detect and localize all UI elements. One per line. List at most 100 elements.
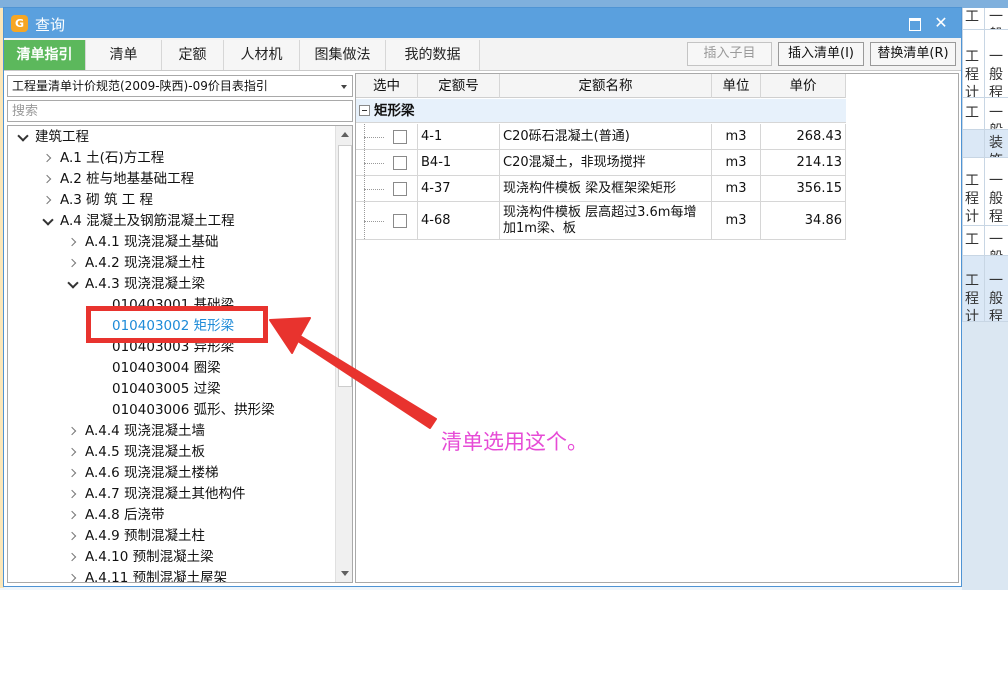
tree-item[interactable]: 010403005 过梁 [8,379,334,400]
tree-line [364,162,384,164]
tab-list-guide[interactable]: 清单指引 [4,40,86,70]
insert-child-button[interactable]: 插入子目 [687,42,772,66]
chevron-right-icon[interactable] [66,421,80,442]
group-row[interactable]: 矩形梁 [356,99,846,123]
unit-cell-text: m3 [725,128,747,144]
quota-name-cell: C20砾石混凝土(普通) [500,124,712,149]
background-row: 工一般 [963,8,1008,30]
column-header-unit[interactable]: 单位 [712,74,761,98]
chevron-right-icon[interactable] [41,169,55,190]
tree-item[interactable]: A.4.11 预制混凝土屋架 [8,568,334,583]
price-cell-text: 268.43 [796,128,843,144]
spec-select[interactable]: 工程量清单计价规范(2009-陕西)-09价目表指引 [7,75,353,97]
tree-scrollbar[interactable] [335,126,352,582]
tree-item[interactable]: A.4.9 预制混凝土柱 [8,526,334,547]
quota-name-cell-text: C20混凝土，非现场搅拌 [503,154,646,170]
chevron-down-icon[interactable] [341,85,347,89]
column-header-quota-name[interactable]: 定额名称 [500,74,712,98]
background-panel [962,322,1008,590]
tree-item[interactable]: A.4.7 现浇混凝土其他构件 [8,484,334,505]
tree-item[interactable]: A.4.1 现浇混凝土基础 [8,232,334,253]
column-header-quota-code[interactable]: 定额号 [418,74,500,98]
table-row[interactable]: 4-68 现浇构件模板 层高超过3.6m每增加1m梁、板 m3 34.86 [356,202,846,240]
close-icon[interactable]: ✕ [932,14,950,32]
app-logo-icon: G [11,15,28,32]
row-checkbox[interactable] [393,213,407,228]
replace-list-button[interactable]: 替换清单(R) [870,42,956,66]
chevron-right-icon[interactable] [66,547,80,568]
price-cell-text: 34.86 [804,212,842,228]
tab-atlas-method[interactable]: 图集做法 [300,40,386,70]
tree-item-label: A.4.6 现浇混凝土楼梯 [85,465,219,481]
tab-labor-material-machine[interactable]: 人材机 [224,40,300,70]
tree-item[interactable]: A.4.2 现浇混凝土柱 [8,253,334,274]
search-input[interactable] [7,100,353,122]
chevron-right-icon[interactable] [66,232,80,253]
tab-quota[interactable]: 定额 [162,40,224,70]
quota-name-cell: 现浇构件模板 梁及框架梁矩形 [500,176,712,201]
tree-item[interactable]: A.1 土(石)方工程 [8,148,334,169]
tree-item[interactable]: A.4.6 现浇混凝土楼梯 [8,463,334,484]
grid-header: 选中 定额号 定额名称 单位 单价 [356,74,846,98]
tab-list[interactable]: 清单 [86,40,162,70]
tree-item-label: 建筑工程 [35,129,89,145]
dialog-titlebar[interactable]: G 查询 ✕ [4,8,961,38]
chevron-right-icon[interactable] [41,190,55,211]
chevron-down-icon[interactable] [41,211,55,232]
tree-item[interactable]: A.2 桩与地基基础工程 [8,169,334,190]
table-row[interactable]: 4-37 现浇构件模板 梁及框架梁矩形 m3 356.15 [356,176,846,202]
group-label: 矩形梁 [374,103,415,119]
price-cell-text: 214.13 [796,154,843,170]
scroll-down-icon[interactable] [336,565,352,582]
insert-list-button[interactable]: 插入清单(I) [778,42,864,66]
row-checkbox[interactable] [393,129,407,144]
select-cell [356,124,418,149]
tree-item[interactable]: A.4 混凝土及钢筋混凝土工程 [8,211,334,232]
table-row[interactable]: 4-1 C20砾石混凝土(普通) m3 268.43 [356,124,846,150]
row-checkbox[interactable] [393,181,407,196]
tree-item[interactable]: A.3 砌 筑 工 程 [8,190,334,211]
tab-my-data[interactable]: 我的数据 [386,40,480,70]
quota-grid-panel: 选中 定额号 定额名称 单位 单价 矩形梁 4-1 C20砾石混凝土(普通) m3 2… [355,73,959,583]
tree-item[interactable]: A.4.10 预制混凝土梁 [8,547,334,568]
tree-item-label: A.1 土(石)方工程 [60,150,165,166]
background-row: 装饰 [963,130,1008,158]
chevron-right-icon[interactable] [66,568,80,582]
chevron-right-icon[interactable] [66,526,80,547]
chevron-right-icon[interactable] [66,253,80,274]
tree-item[interactable]: A.4.3 现浇混凝土梁 [8,274,334,295]
tree-item-label: 010403005 过梁 [112,381,221,397]
chevron-right-icon[interactable] [66,484,80,505]
tree-item[interactable]: A.4.5 现浇混凝土板 [8,442,334,463]
tree-item[interactable]: 建筑工程 [8,127,334,148]
chevron-down-icon[interactable] [66,274,80,295]
tree-item-label: A.4.7 现浇混凝土其他构件 [85,486,246,502]
tree-item-label: A.4.5 现浇混凝土板 [85,444,206,460]
chevron-right-icon[interactable] [66,442,80,463]
chevron-right-icon[interactable] [41,148,55,169]
tree-item-label: 010403004 圈梁 [112,360,221,376]
maximize-icon[interactable] [905,14,923,32]
tree-item-label: A.4 混凝土及钢筋混凝土工程 [60,213,235,229]
tree-item[interactable]: 010403006 弧形、拱形梁 [8,400,334,421]
chevron-right-icon[interactable] [66,505,80,526]
column-header-select[interactable]: 选中 [356,74,418,98]
quota-name-cell: 现浇构件模板 层高超过3.6m每增加1m梁、板 [500,202,712,239]
column-header-price[interactable]: 单价 [761,74,846,98]
tree-item[interactable]: 010403004 圈梁 [8,358,334,379]
select-cell [356,202,418,239]
row-checkbox[interactable] [393,155,407,170]
tree-item[interactable]: A.4.4 现浇混凝土墙 [8,421,334,442]
unit-cell-text: m3 [725,154,747,170]
collapse-icon[interactable] [359,105,370,116]
tree-line [364,220,384,222]
scroll-thumb[interactable] [338,145,352,387]
highlight-box [86,306,268,343]
table-row[interactable]: B4-1 C20混凝土，非现场搅拌 m3 214.13 [356,150,846,176]
chevron-down-icon[interactable] [16,127,30,148]
tree-item[interactable]: A.4.8 后浇带 [8,505,334,526]
scroll-up-icon[interactable] [336,126,352,143]
tree-item-label: A.4.8 后浇带 [85,507,165,523]
tree-item-label: A.4.11 预制混凝土屋架 [85,570,228,583]
chevron-right-icon[interactable] [66,463,80,484]
